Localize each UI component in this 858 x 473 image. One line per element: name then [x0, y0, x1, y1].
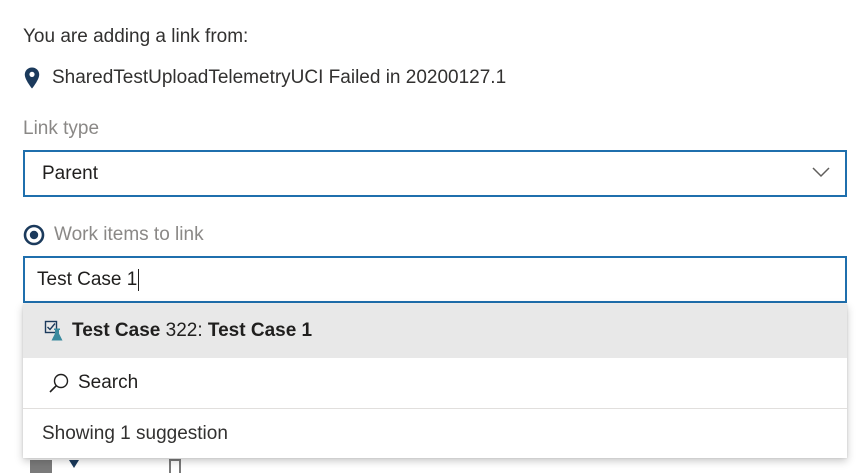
work-items-search-value: Test Case 1 — [37, 268, 138, 290]
background-fragment — [30, 460, 52, 473]
dialog-heading: You are adding a link from: — [23, 26, 249, 47]
suggestion-type: Test Case — [72, 320, 161, 341]
suggestion-id: 322: — [165, 320, 203, 341]
chevron-down-icon[interactable] — [811, 165, 831, 179]
suggestion-item[interactable]: Test Case 322: Test Case 1 — [23, 304, 847, 358]
source-text: SharedTestUploadTelemetryUCI Failed in 2… — [52, 67, 507, 88]
link-source: SharedTestUploadTelemetryUCI Failed in 2… — [24, 64, 506, 92]
search-action-label: Search — [78, 372, 139, 393]
work-items-label-row: Work items to link — [23, 222, 204, 248]
work-items-search-input[interactable]: Test Case 1 — [23, 256, 847, 303]
suggestions-footer: Showing 1 suggestion — [23, 409, 847, 458]
location-pin-icon — [24, 67, 40, 89]
link-type-label: Link type — [23, 118, 100, 139]
suggestions-dropdown: Test Case 322: Test Case 1 Search Showin… — [23, 304, 847, 458]
background-fragment-outline — [169, 459, 181, 473]
test-case-icon — [44, 320, 63, 341]
search-icon — [49, 373, 69, 393]
link-type-value: Parent — [42, 162, 98, 184]
background-arrow-icon — [69, 460, 79, 468]
suggestion-title: Test Case 1 — [207, 320, 313, 341]
suggestions-count: Showing 1 suggestion — [42, 422, 228, 444]
link-type-select[interactable]: Parent — [23, 150, 847, 197]
text-caret — [138, 268, 140, 291]
suggestion-text: Test Case 322: Test Case 1 — [72, 320, 312, 342]
work-items-label: Work items to link — [54, 224, 204, 245]
search-action[interactable]: Search — [23, 358, 847, 408]
radio-selected-icon[interactable] — [23, 224, 45, 246]
